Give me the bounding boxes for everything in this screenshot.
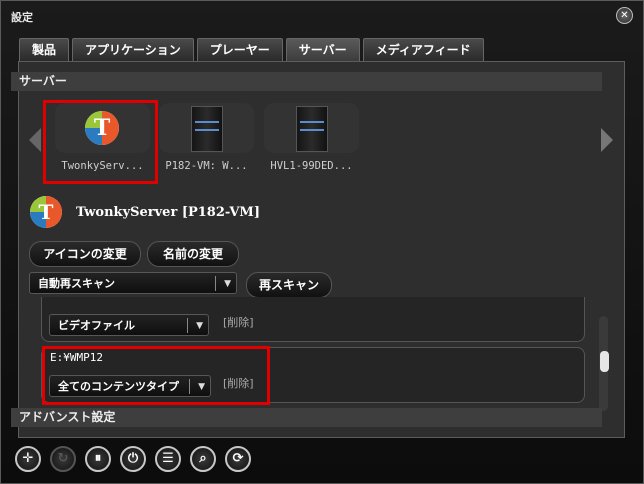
server-label: P182-VM: W... — [165, 160, 248, 172]
title-bar: 設定 ✕ — [1, 1, 643, 29]
search-icon[interactable]: ⌕ — [190, 446, 216, 472]
tab-players[interactable]: プレーヤー — [196, 38, 283, 61]
pause-icon[interactable]: ⏸ — [85, 446, 111, 472]
add-icon[interactable]: ✛ — [15, 446, 41, 472]
scan-mode-select[interactable]: 自動再スキャン ▼ — [29, 272, 237, 294]
list-icon[interactable]: ☰ — [155, 446, 181, 472]
change-icon-button[interactable]: アイコンの変更 — [29, 241, 141, 267]
selected-server-name: TwonkyServer [P182-VM] — [76, 205, 260, 220]
selection-highlight — [43, 100, 158, 184]
scroll-right-arrow-icon[interactable] — [601, 128, 613, 152]
server-tile-hvl1[interactable]: HVL1-99DED... — [264, 103, 359, 179]
power-icon[interactable]: ⏻ — [120, 446, 146, 472]
content-type-select-1[interactable]: ビデオファイル ▼ — [49, 314, 209, 336]
server-tile-p182[interactable]: P182-VM: W... — [159, 103, 254, 179]
twonky-logo-small-icon: T — [30, 196, 62, 228]
settings-window: 設定 ✕ 製品 アプリケーション プレーヤー サーバー メディアフィード サーバ… — [0, 0, 644, 484]
tab-products[interactable]: 製品 — [19, 38, 70, 61]
chevron-down-icon: ▼ — [224, 279, 231, 289]
window-title: 設定 — [11, 11, 33, 24]
content-type-value: ビデオファイル — [58, 319, 135, 332]
scroll-left-arrow-icon[interactable] — [29, 128, 41, 152]
server-tower-icon — [296, 106, 328, 152]
server-label: HVL1-99DED... — [270, 160, 353, 172]
tab-servers[interactable]: サーバー — [285, 38, 360, 61]
bottom-toolbar: ✛ ↻ ⏸ ⏻ ☰ ⌕ ⟳ — [15, 446, 251, 472]
server-tower-icon — [191, 106, 223, 152]
tab-bar: 製品 アプリケーション プレーヤー サーバー メディアフィード — [19, 38, 484, 61]
refresh-icon: ↻ — [50, 446, 76, 472]
tab-media-feeds[interactable]: メディアフィード — [362, 38, 484, 61]
tab-applications[interactable]: アプリケーション — [72, 38, 194, 61]
chevron-down-icon: ▼ — [196, 321, 203, 331]
change-name-button[interactable]: 名前の変更 — [147, 241, 239, 267]
advanced-section-header[interactable]: アドバンスト設定 — [11, 408, 602, 427]
folder-highlight — [42, 346, 270, 405]
server-tile-box — [159, 103, 254, 153]
server-tile-box — [264, 103, 359, 153]
scrollbar-thumb[interactable] — [600, 351, 609, 372]
close-icon[interactable]: ✕ — [616, 7, 633, 24]
server-section-header: サーバー — [11, 72, 602, 91]
scan-mode-value: 自動再スキャン — [38, 277, 115, 290]
delete-folder-link-1[interactable]: [削除] — [223, 314, 254, 330]
sync-icon[interactable]: ⟳ — [225, 446, 251, 472]
rescan-button[interactable]: 再スキャン — [246, 272, 332, 298]
